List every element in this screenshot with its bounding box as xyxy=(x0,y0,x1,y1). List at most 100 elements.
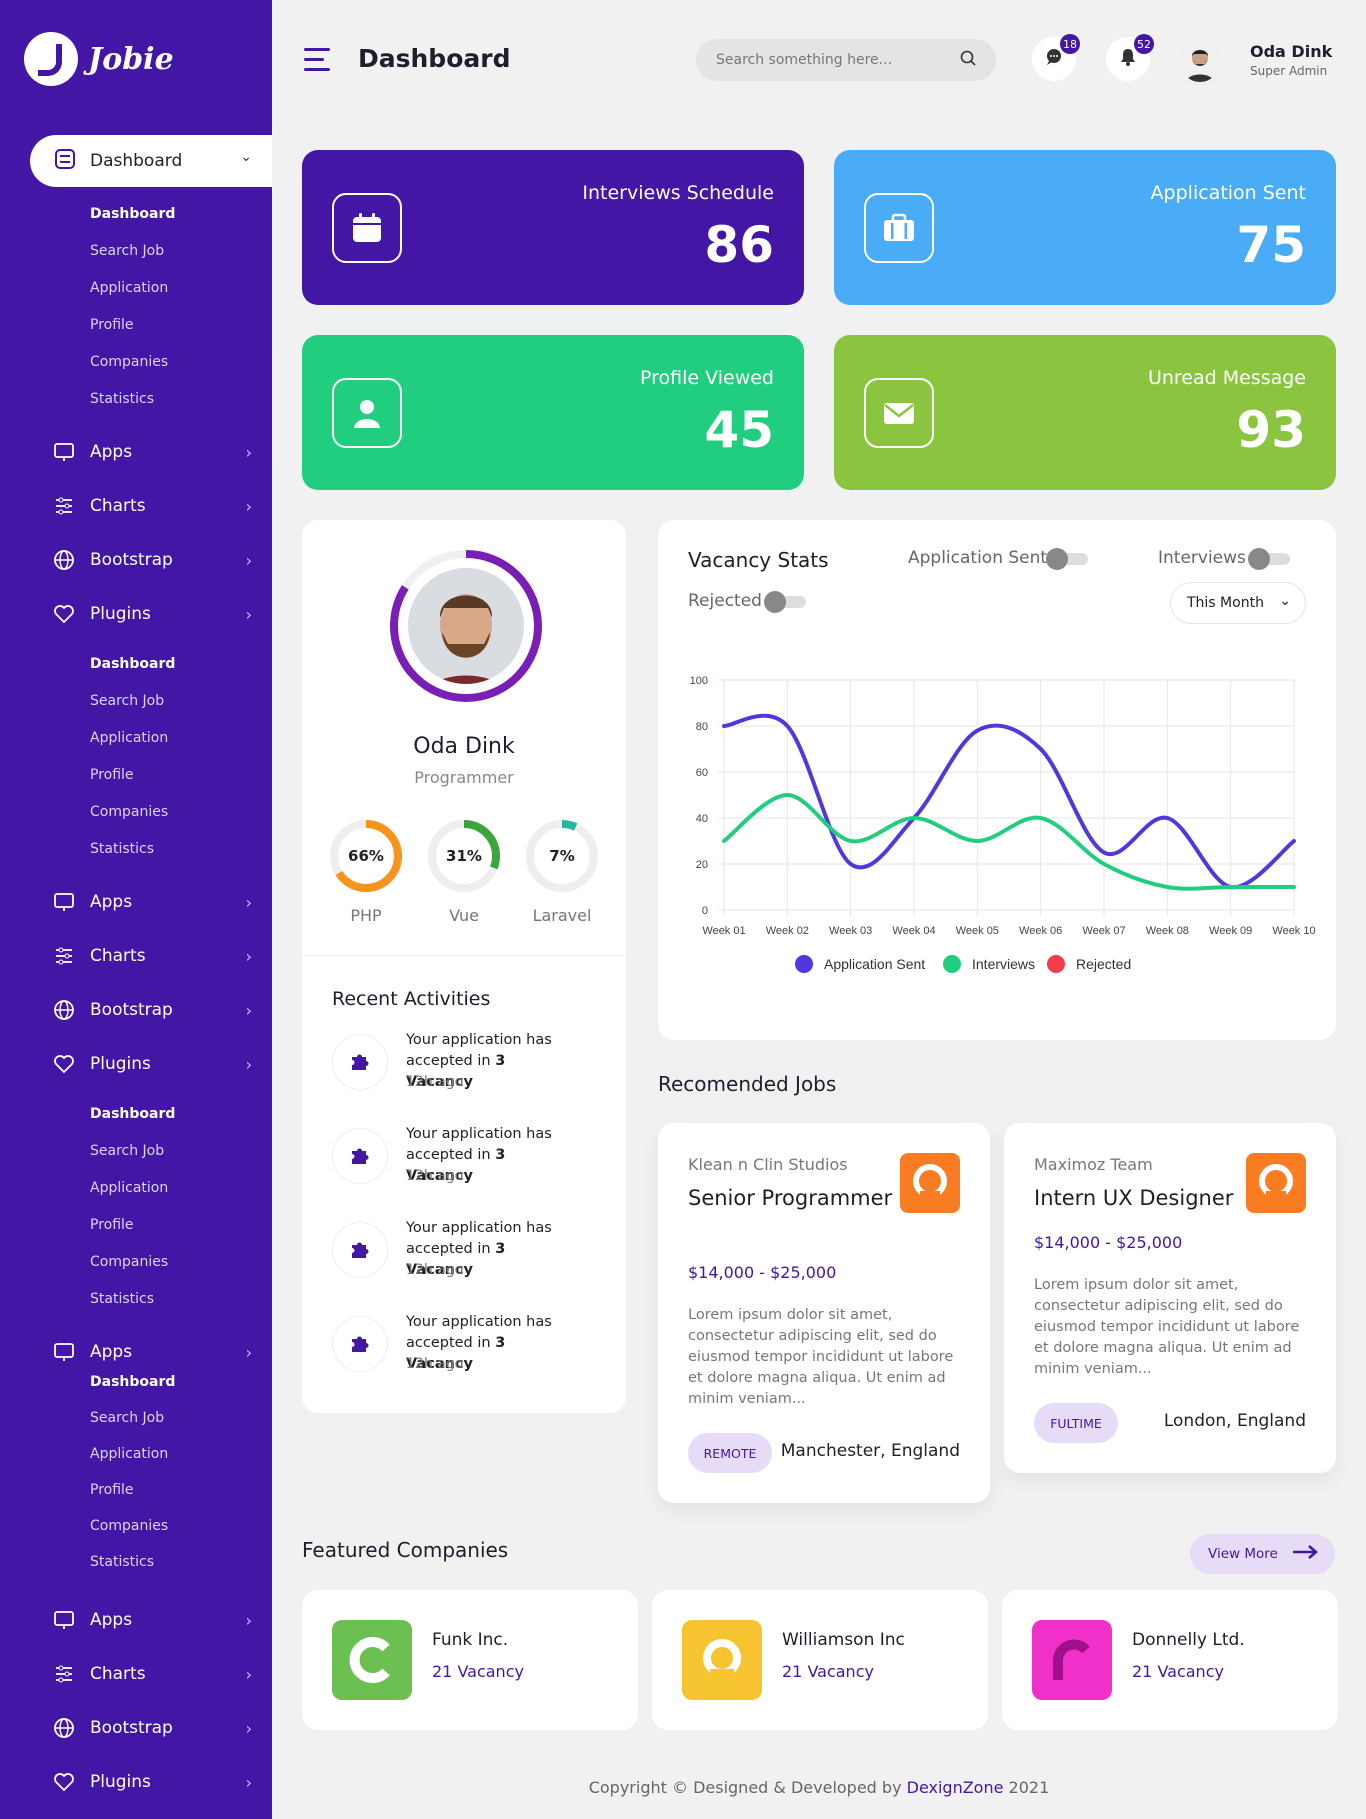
job-location: London, England xyxy=(1163,1411,1306,1431)
sidebar-item-bootstrap[interactable]: Bootstrap › xyxy=(52,548,252,572)
plugins-icon xyxy=(52,602,76,626)
submenu-search-job[interactable]: Search Job xyxy=(90,1143,164,1159)
job-title: Senior Programmer xyxy=(688,1186,893,1210)
job-card[interactable]: Klean n Clin Studios Senior Programmer $… xyxy=(658,1123,990,1503)
activity-item[interactable]: Your application has accepted in 3 Vacanc… xyxy=(332,1030,572,1100)
job-type-badge: REMOTE xyxy=(688,1433,772,1473)
submenu-search-job[interactable]: Search Job xyxy=(90,1410,164,1426)
messages-button[interactable]: 18 xyxy=(1032,34,1080,81)
job-description: Lorem ipsum dolor sit amet, consectetur … xyxy=(688,1307,954,1407)
search-icon[interactable] xyxy=(960,50,976,70)
submenu-profile[interactable]: Profile xyxy=(90,1482,134,1498)
menu-toggle-icon[interactable] xyxy=(304,48,330,78)
stat-card-unread-messages[interactable]: Unread Message 93 xyxy=(834,335,1336,490)
puzzle-icon xyxy=(332,1316,388,1372)
job-title: Intern UX Designer xyxy=(1034,1186,1234,1210)
sidebar-item-label: Charts xyxy=(90,496,146,516)
user-name: Oda Dink xyxy=(1250,42,1333,61)
submenu-application[interactable]: Application xyxy=(90,280,168,296)
briefcase-icon xyxy=(864,193,934,263)
toggle-interviews[interactable] xyxy=(1248,548,1290,570)
period-select[interactable]: This Month ⌄ xyxy=(1170,582,1306,624)
company-vacancy: 21 Vacancy xyxy=(432,1662,524,1681)
apps-icon xyxy=(52,890,76,914)
footer-brand-link[interactable]: DexignZone xyxy=(907,1778,1004,1797)
job-salary: $14,000 - $25,000 xyxy=(1034,1233,1183,1252)
activity-item[interactable]: Your application has accepted in 3 Vacanc… xyxy=(332,1218,572,1288)
sidebar-item-charts[interactable]: Charts › xyxy=(52,1662,252,1686)
submenu-companies[interactable]: Companies xyxy=(90,804,168,820)
submenu-companies[interactable]: Companies xyxy=(90,354,168,370)
sidebar-item-label: Charts xyxy=(90,946,146,966)
sidebar-item-charts[interactable]: Charts › xyxy=(52,494,252,518)
profile-avatar xyxy=(390,550,542,702)
sidebar-item-label: Dashboard xyxy=(90,151,183,171)
submenu-dashboard[interactable]: Dashboard xyxy=(90,1106,175,1122)
vacancy-stats-card: Vacancy Stats Application Sent Interview… xyxy=(658,520,1336,1040)
submenu-profile[interactable]: Profile xyxy=(90,317,134,333)
submenu-application[interactable]: Application xyxy=(90,730,168,746)
submenu-profile[interactable]: Profile xyxy=(90,767,134,783)
chevron-right-icon: › xyxy=(245,1054,252,1074)
sidebar-item-bootstrap[interactable]: Bootstrap › xyxy=(52,998,252,1022)
submenu-companies[interactable]: Companies xyxy=(90,1518,168,1534)
sidebar-item-label: Plugins xyxy=(90,1772,151,1792)
notifications-button[interactable]: 52 xyxy=(1106,34,1154,81)
submenu-dashboard[interactable]: Dashboard xyxy=(90,656,175,672)
submenu-profile[interactable]: Profile xyxy=(90,1217,134,1233)
bootstrap-icon xyxy=(52,548,76,572)
submenu-search-job[interactable]: Search Job xyxy=(90,243,164,259)
toggle-rejected[interactable] xyxy=(764,591,806,613)
company-name: Funk Inc. xyxy=(432,1630,509,1650)
stat-card-interviews[interactable]: Interviews Schedule 86 xyxy=(302,150,804,305)
submenu-statistics[interactable]: Statistics xyxy=(90,391,154,407)
sidebar: Jobie Dashboard ⌄ Dashboard Search Job A… xyxy=(0,0,272,1819)
stat-card-applications[interactable]: Application Sent 75 xyxy=(834,150,1336,305)
submenu-dashboard[interactable]: Dashboard xyxy=(90,206,175,222)
sidebar-item-label: Apps xyxy=(90,1610,133,1630)
job-card[interactable]: Maximoz Team Intern UX Designer $14,000 … xyxy=(1004,1123,1336,1473)
sidebar-item-apps[interactable]: Apps › xyxy=(52,440,252,464)
x-tick-label: Week 07 xyxy=(1082,925,1125,937)
divider xyxy=(302,955,626,956)
submenu-statistics[interactable]: Statistics xyxy=(90,1291,154,1307)
company-card[interactable]: Donnelly Ltd. 21 Vacancy xyxy=(1002,1590,1338,1730)
y-tick-label: 0 xyxy=(702,905,708,917)
activity-time: 12h ago xyxy=(406,1356,464,1372)
sidebar-item-apps[interactable]: Apps › xyxy=(52,1340,252,1364)
submenu-dashboard[interactable]: Dashboard xyxy=(90,1374,175,1390)
sidebar-item-plugins[interactable]: Plugins › xyxy=(52,1052,252,1076)
company-card[interactable]: Williamson Inc 21 Vacancy xyxy=(652,1590,988,1730)
toggle-application-sent[interactable] xyxy=(1046,548,1088,570)
sidebar-item-label: Bootstrap xyxy=(90,550,173,570)
search-input[interactable]: Search something here... xyxy=(696,39,996,81)
profile-role: Programmer xyxy=(414,768,514,787)
view-more-button[interactable]: View More xyxy=(1190,1534,1335,1574)
sidebar-item-bootstrap[interactable]: Bootstrap › xyxy=(52,1716,252,1740)
charts-icon xyxy=(52,494,76,518)
user-avatar[interactable] xyxy=(1180,42,1220,82)
sidebar-item-plugins[interactable]: Plugins › xyxy=(52,602,252,626)
skill-php: 66% PHP xyxy=(328,818,404,925)
sidebar-item-charts[interactable]: Charts › xyxy=(52,944,252,968)
sidebar-item-apps[interactable]: Apps › xyxy=(52,1608,252,1632)
logo[interactable]: Jobie xyxy=(24,32,174,86)
submenu-application[interactable]: Application xyxy=(90,1446,168,1462)
sidebar-item-apps[interactable]: Apps › xyxy=(52,890,252,914)
dashboard-icon xyxy=(54,148,76,175)
company-card[interactable]: Funk Inc. 21 Vacancy xyxy=(302,1590,638,1730)
activity-item[interactable]: Your application has accepted in 3 Vacanc… xyxy=(332,1124,572,1194)
submenu-companies[interactable]: Companies xyxy=(90,1254,168,1270)
submenu-statistics[interactable]: Statistics xyxy=(90,841,154,857)
sidebar-item-dashboard[interactable]: Dashboard ⌄ xyxy=(30,135,272,187)
footer-text: Copyright © Designed & Developed by xyxy=(588,1778,907,1797)
activity-item[interactable]: Your application has accepted in 3 Vacanc… xyxy=(332,1312,572,1382)
skill-label: Laravel xyxy=(532,906,592,925)
stat-card-profile-viewed[interactable]: Profile Viewed 45 xyxy=(302,335,804,490)
submenu-application[interactable]: Application xyxy=(90,1180,168,1196)
chevron-right-icon: › xyxy=(245,1772,252,1792)
submenu-search-job[interactable]: Search Job xyxy=(90,693,164,709)
sidebar-item-plugins[interactable]: Plugins › xyxy=(52,1770,252,1794)
company-vacancy: 21 Vacancy xyxy=(782,1662,874,1681)
submenu-statistics[interactable]: Statistics xyxy=(90,1554,154,1570)
